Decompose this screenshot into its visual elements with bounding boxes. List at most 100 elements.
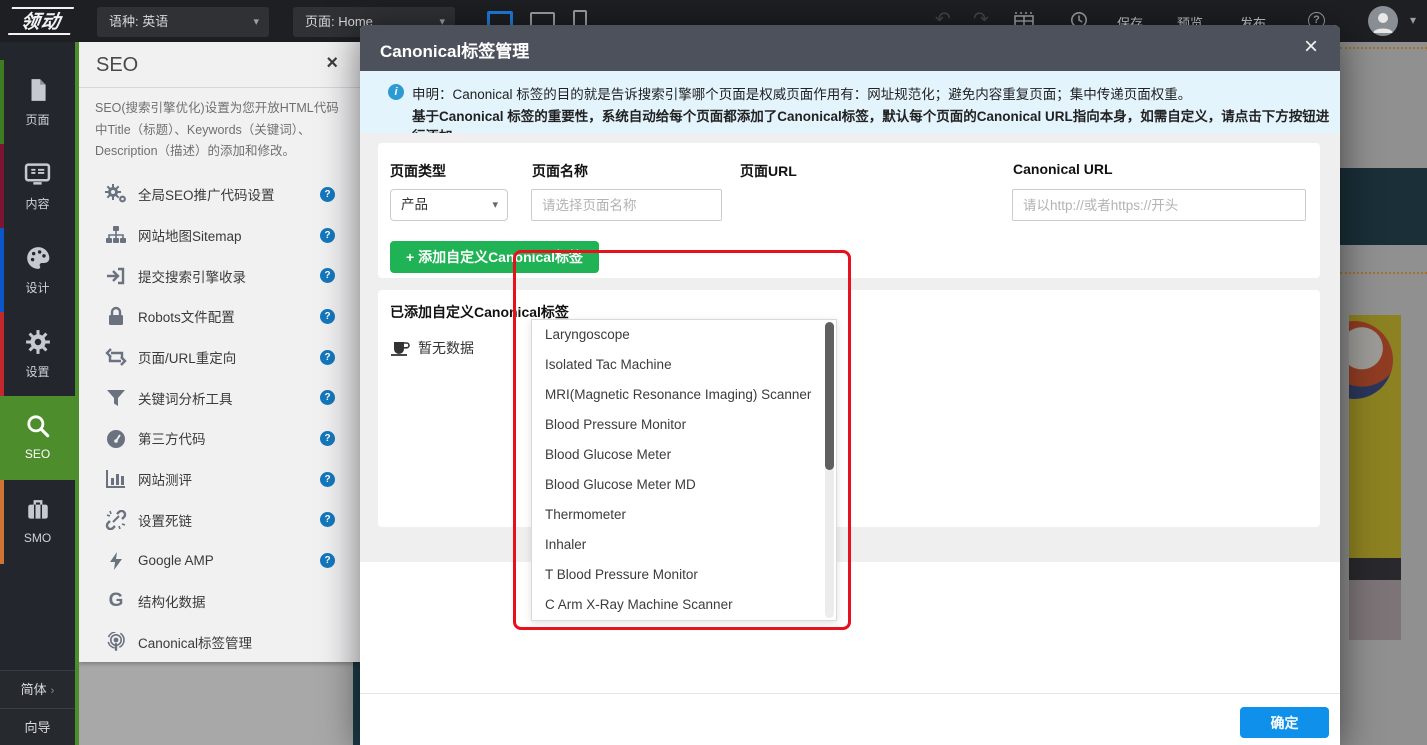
info-icon: i <box>388 84 404 100</box>
dropdown-option[interactable]: Isolated Tac Machine <box>532 350 836 380</box>
broken-link-icon <box>103 509 129 531</box>
dropdown-option[interactable]: T Blood Pressure Monitor <box>532 560 836 590</box>
help-icon[interactable]: ? <box>320 472 335 487</box>
g-icon: G <box>103 590 129 612</box>
bar-chart-icon <box>103 468 129 490</box>
seo-panel: SEO × SEO(搜索引擎优化)设置为您开放HTML代码中Title（标题）、… <box>79 42 360 662</box>
modal-footer: 确定 <box>360 693 1340 745</box>
sidebar: 页面 内容 设计 设置 SEO SMO 简体› <box>0 42 75 745</box>
canonical-url-label: Canonical URL <box>1013 161 1113 177</box>
help-icon[interactable]: ? <box>320 390 335 405</box>
empty-state: 暂无数据 <box>390 338 474 358</box>
submit-arrow-icon <box>103 265 129 287</box>
menu-item-google-amp[interactable]: Google AMP ? <box>79 540 360 581</box>
help-icon[interactable]: ? <box>320 553 335 568</box>
redirect-icon <box>103 346 129 368</box>
chevron-down-icon[interactable]: ▾ <box>1410 13 1416 27</box>
dropdown-option[interactable]: MRI(Magnetic Resonance Imaging) Scanner <box>532 380 836 410</box>
backdrop-dim <box>1340 42 1427 745</box>
add-custom-canonical-button[interactable]: + 添加自定义Canonical标签 <box>390 241 599 273</box>
item-color-strip <box>0 312 4 396</box>
help-icon[interactable]: ? <box>320 512 335 527</box>
sidebar-item-settings[interactable]: 设置 <box>0 312 75 396</box>
sidebar-item-pages[interactable]: 页面 <box>0 60 75 144</box>
dropdown-option[interactable]: Blood Glucose Meter <box>532 440 836 470</box>
smo-briefcase-icon <box>25 497 51 523</box>
avatar[interactable] <box>1368 6 1398 36</box>
panel-title: SEO <box>96 54 138 77</box>
dropdown-option[interactable]: Blood Pressure Monitor <box>532 410 836 440</box>
scrollbar-track[interactable] <box>825 322 834 618</box>
language-dropdown[interactable]: 语种: 英语 ▾ <box>97 7 269 37</box>
menu-item-keyword-analysis[interactable]: 关键词分析工具 ? <box>79 377 360 418</box>
content-icon <box>24 161 51 187</box>
close-icon[interactable]: × <box>326 52 338 75</box>
page-type-label: 页面类型 <box>390 161 446 181</box>
sidebar-item-content[interactable]: 内容 <box>0 144 75 228</box>
added-canonical-card: 已添加自定义Canonical标签 暂无数据 <box>378 290 1320 527</box>
dropdown-option[interactable]: Blood Glucose Meter MD <box>532 470 836 500</box>
sidebar-item-design[interactable]: 设计 <box>0 228 75 312</box>
chevron-down-icon: ▾ <box>253 7 259 37</box>
seo-panel-accent-strip <box>75 42 79 745</box>
menu-item-global-seo-code[interactable]: 全局SEO推广代码设置 ? <box>79 174 360 215</box>
seo-panel-header: SEO × <box>79 42 360 88</box>
dropdown-option[interactable]: Thermometer <box>532 500 836 530</box>
help-icon[interactable]: ? <box>320 431 335 446</box>
scrollbar-thumb[interactable] <box>825 322 834 470</box>
gears-icon <box>103 183 129 205</box>
settings-gear-icon <box>25 329 51 355</box>
funnel-icon <box>103 387 129 409</box>
gauge-icon <box>103 427 129 449</box>
design-palette-icon <box>25 245 51 271</box>
modal-title: Canonical标签管理 <box>380 37 529 62</box>
canonical-tag-modal: Canonical标签管理 × i 申明：Canonical 标签的目的就是告诉… <box>360 25 1340 745</box>
sidebar-item-smo[interactable]: SMO <box>0 480 75 564</box>
help-icon[interactable]: ? <box>320 228 335 243</box>
app-logo: 领动 <box>8 7 74 35</box>
page-type-select[interactable]: 产品 ▾ <box>390 189 508 221</box>
menu-item-site-evaluation[interactable]: 网站测评 ? <box>79 459 360 500</box>
chevron-down-icon: ▾ <box>492 190 498 220</box>
menu-item-submit-search-engines[interactable]: 提交搜索引擎收录 ? <box>79 255 360 296</box>
page-name-input[interactable] <box>531 189 722 221</box>
page-url-label: 页面URL <box>740 161 797 181</box>
language-dropdown-label: 语种: 英语 <box>109 14 168 29</box>
menu-item-robots-config[interactable]: Robots文件配置 ? <box>79 296 360 337</box>
item-color-strip <box>0 144 4 228</box>
menu-item-sitemap[interactable]: 网站地图Sitemap ? <box>79 215 360 256</box>
podcast-icon <box>103 631 129 653</box>
seo-search-icon <box>25 413 51 439</box>
notice-line-1: 申明：Canonical 标签的目的就是告诉搜索引擎哪个页面是权威页面作用有：网… <box>412 83 1191 103</box>
help-icon[interactable]: ? <box>320 309 335 324</box>
close-icon[interactable]: × <box>1304 33 1318 61</box>
confirm-button[interactable]: 确定 <box>1240 707 1329 738</box>
empty-text: 暂无数据 <box>418 338 474 358</box>
empty-cup-icon <box>390 340 410 356</box>
canonical-url-input[interactable] <box>1012 189 1306 221</box>
menu-item-dead-links[interactable]: 设置死链 ? <box>79 500 360 541</box>
item-color-strip <box>0 60 4 144</box>
sidebar-item-seo[interactable]: SEO <box>0 396 75 480</box>
item-color-strip <box>0 228 4 312</box>
sitemap-icon <box>103 224 129 246</box>
page-name-label: 页面名称 <box>532 161 588 181</box>
menu-item-third-party-code[interactable]: 第三方代码 ? <box>79 418 360 459</box>
menu-item-canonical-tags[interactable]: Canonical标签管理 <box>79 622 360 663</box>
dropdown-option[interactable]: Laryngoscope <box>532 320 836 350</box>
dropdown-option[interactable]: C Arm X-Ray Machine Scanner <box>532 590 836 620</box>
seo-description: SEO(搜索引擎优化)设置为您开放HTML代码中Title（标题）、Keywor… <box>79 88 360 163</box>
notice-banner: i 申明：Canonical 标签的目的就是告诉搜索引擎哪个页面是权威页面作用有… <box>360 71 1340 133</box>
chevron-right-icon: › <box>51 685 55 697</box>
dropdown-option[interactable]: Inhaler <box>532 530 836 560</box>
sidebar-item-simplified[interactable]: 简体› <box>0 670 75 708</box>
sidebar-item-wizard[interactable]: 向导 <box>0 708 75 745</box>
seo-menu: 全局SEO推广代码设置 ? 网站地图Sitemap ? 提交搜索引擎收录 ? R… <box>79 174 360 662</box>
menu-item-url-redirect[interactable]: 页面/URL重定向 ? <box>79 337 360 378</box>
help-icon[interactable]: ? <box>320 268 335 283</box>
website-canvas-backdrop <box>79 655 360 745</box>
menu-item-structured-data[interactable]: G 结构化数据 <box>79 581 360 622</box>
help-icon[interactable]: ? <box>320 187 335 202</box>
website-canvas-backdrop <box>1340 42 1427 745</box>
help-icon[interactable]: ? <box>320 350 335 365</box>
